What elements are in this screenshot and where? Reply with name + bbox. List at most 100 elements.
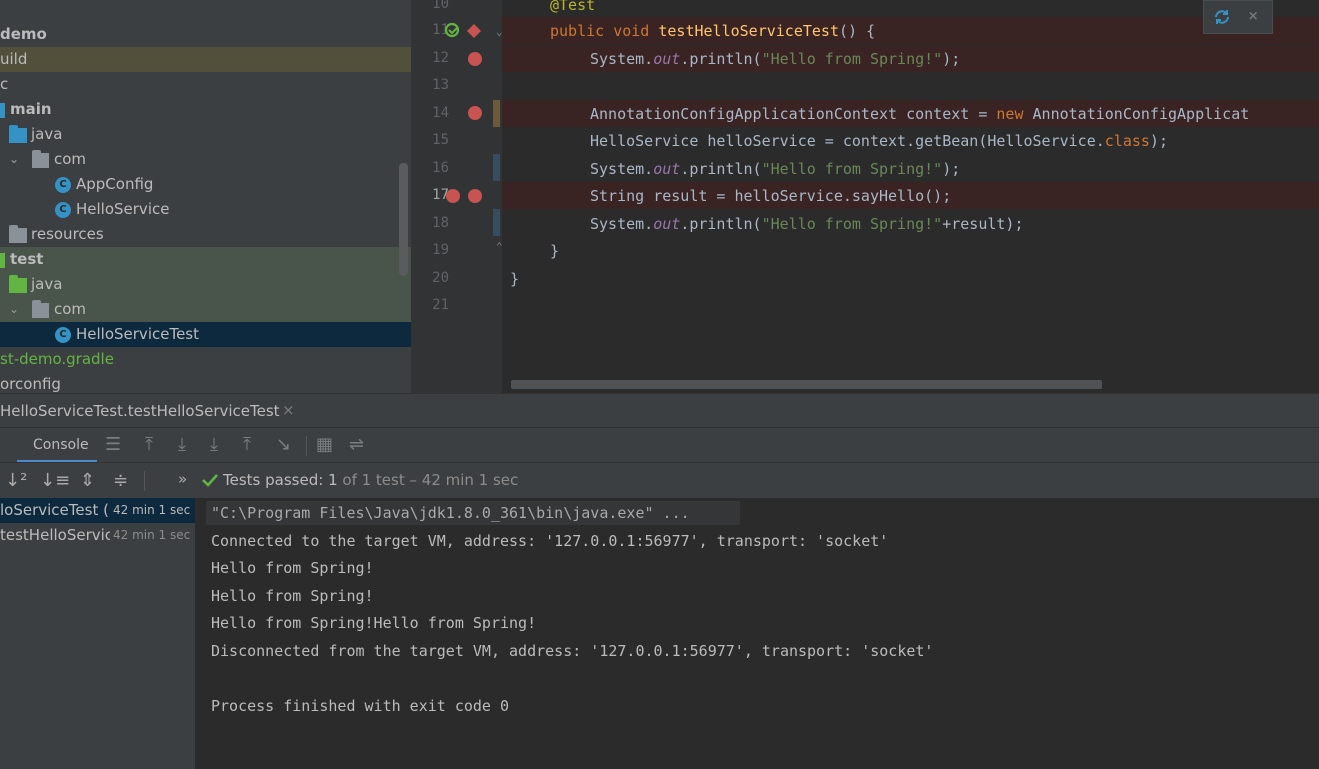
code-editor[interactable]: 10 11 12 13 14 15 16 17 18 19 20 21 ⌄ ⌃ … [411, 0, 1319, 393]
tree-item-label: AppConfig [76, 175, 154, 193]
close-icon[interactable]: × [282, 401, 295, 419]
tree-item-project[interactable]: demo [0, 22, 411, 47]
refresh-icon[interactable] [1213, 8, 1231, 26]
code-line: } [550, 242, 560, 260]
tree-item-label: com [54, 150, 87, 168]
method-breakpoint-icon[interactable] [466, 23, 482, 39]
tree-item-label: HelloServiceTest [76, 325, 199, 343]
toolbar-divider [144, 471, 145, 491]
tab-console[interactable]: Console [17, 428, 97, 463]
test-duration: 42 min 1 sec [113, 528, 191, 542]
console-line: Process finished with exit code 0 [211, 697, 510, 715]
expand-all-icon[interactable]: ⇕ [80, 471, 95, 491]
tree-item-build[interactable]: uild [0, 47, 411, 72]
console-line: Hello from Spring! [211, 587, 374, 605]
console-output[interactable]: "C:\Program Files\Java\jdk1.8.0_361\bin\… [196, 498, 1319, 769]
resources-folder-icon [9, 225, 27, 243]
line-number: 13 [432, 77, 449, 93]
test-duration: 42 min 1 sec [113, 503, 191, 517]
download-icon[interactable]: ⤓ [178, 435, 186, 455]
tree-item-helloservicetest[interactable]: C HelloServiceTest [0, 322, 411, 347]
horizontal-scrollbar[interactable] [511, 380, 1102, 389]
run-config-tab[interactable]: HelloServiceTest.testHelloServiceTest × [0, 394, 300, 428]
sort-alpha-icon[interactable]: ↓² [5, 471, 27, 491]
table-icon[interactable]: ▦ [316, 435, 333, 455]
breakpoint-icon[interactable] [446, 189, 460, 203]
line-number: 21 [432, 297, 449, 313]
tree-item-appconfig[interactable]: C AppConfig [0, 172, 411, 197]
tree-item-main-java[interactable]: java [0, 122, 411, 147]
change-marker[interactable] [493, 100, 500, 127]
fold-icon[interactable]: ⌃ [496, 240, 503, 253]
console-line: Disconnected from the target VM, address… [211, 642, 934, 660]
code-line: System.out.println("Hello from Spring!")… [590, 160, 961, 178]
reload-popup: × [1203, 0, 1273, 34]
run-toolbar: Console ☰ ⤒ ⤓ ⤓ ⤒ ↘ ▦ ⇌ [0, 427, 1319, 463]
tree-item-src[interactable]: c [0, 72, 411, 97]
test-results-tree: loServiceTest ( 42 min 1 sec testHelloSe… [0, 498, 196, 769]
tab-console-label: Console [33, 437, 89, 453]
console-line: Connected to the target VM, address: '12… [211, 532, 889, 550]
package-icon [32, 300, 49, 318]
test-tree-item[interactable]: testHelloServic 42 min 1 sec [0, 523, 195, 548]
console-line: "C:\Program Files\Java\jdk1.8.0_361\bin\… [211, 504, 690, 522]
source-folder-icon [9, 125, 27, 143]
upload-icon[interactable]: ⤒ [243, 435, 251, 455]
change-marker[interactable] [493, 154, 500, 181]
test-tree-item-label: loServiceTest ( [0, 501, 109, 519]
breakpoint-icon[interactable] [468, 52, 482, 66]
tree-item-test[interactable]: test [0, 247, 411, 272]
run-test-icon[interactable] [444, 22, 462, 40]
line-number: 17 [432, 187, 449, 203]
tree-item-test-java[interactable]: java [0, 272, 411, 297]
tree-item-gradle[interactable]: st-demo.gradle [0, 347, 411, 372]
code-line: AnnotationConfigApplicationContext conte… [590, 105, 1250, 123]
change-marker[interactable] [493, 209, 500, 236]
tree-item-label: orconfig [0, 375, 61, 393]
class-icon: C [55, 202, 71, 218]
code-line: System.out.println("Hello from Spring!"+… [590, 215, 1024, 233]
fold-icon[interactable]: ⌄ [496, 25, 503, 38]
tree-item-resources[interactable]: resources [0, 222, 411, 247]
folder-icon [0, 103, 5, 118]
tree-item-editorconfig[interactable]: orconfig [0, 372, 411, 393]
tree-item-test-com[interactable]: ⌄ com [0, 297, 411, 322]
run-tab-bar: HelloServiceTest.testHelloServiceTest × [0, 393, 1319, 428]
line-number: 19 [432, 242, 449, 258]
code-line: System.out.println("Hello from Spring!")… [590, 50, 961, 68]
test-folder-icon [9, 275, 27, 293]
breakpoint-icon[interactable] [468, 189, 482, 203]
test-class-icon: C [55, 327, 71, 343]
cursor-icon[interactable]: ↘ [276, 435, 291, 455]
breakpoint-icon[interactable] [468, 106, 482, 120]
line-number: 20 [432, 270, 449, 286]
line-number: 12 [432, 50, 449, 66]
tree-item-main-com[interactable]: ⌄ com [0, 147, 411, 172]
tree-item-label: java [31, 275, 63, 293]
close-icon[interactable]: × [1248, 6, 1258, 26]
chevron-down-icon[interactable]: ⌄ [9, 297, 19, 322]
test-status-bar: ↓² ↓≡ ⇕ ≑ » Tests passed: 1 of 1 test – … [0, 462, 1319, 500]
collapse-all-icon[interactable]: ≑ [113, 471, 128, 491]
chevron-down-icon[interactable]: ⌄ [9, 147, 19, 172]
test-tree-item[interactable]: loServiceTest ( 42 min 1 sec [0, 498, 195, 523]
sort-duration-icon[interactable]: ↓≡ [40, 471, 70, 491]
code-line: public void testHelloServiceTest() { [550, 22, 876, 40]
tree-item-label: c [0, 75, 9, 93]
tree-scrollbar[interactable] [399, 163, 408, 276]
tree-item-label: demo [0, 25, 47, 43]
tree-item-label: HelloService [76, 200, 170, 218]
download-icon[interactable]: ⤓ [210, 435, 218, 455]
line-number: 18 [432, 215, 449, 231]
menu-icon[interactable]: ☰ [105, 435, 121, 455]
tree-item-label: resources [31, 225, 104, 243]
code-line: } [510, 270, 520, 288]
tree-item-main[interactable]: main [0, 97, 411, 122]
scroll-up-icon[interactable]: ⤒ [145, 435, 153, 455]
tree-item-helloservice[interactable]: C HelloService [0, 197, 411, 222]
more-icon[interactable]: » [178, 470, 187, 488]
class-icon: C [55, 177, 71, 193]
tree-item-label: java [31, 125, 63, 143]
run-config-tab-label: HelloServiceTest.testHelloServiceTest [0, 402, 280, 420]
settings-icon[interactable]: ⇌ [349, 435, 364, 455]
